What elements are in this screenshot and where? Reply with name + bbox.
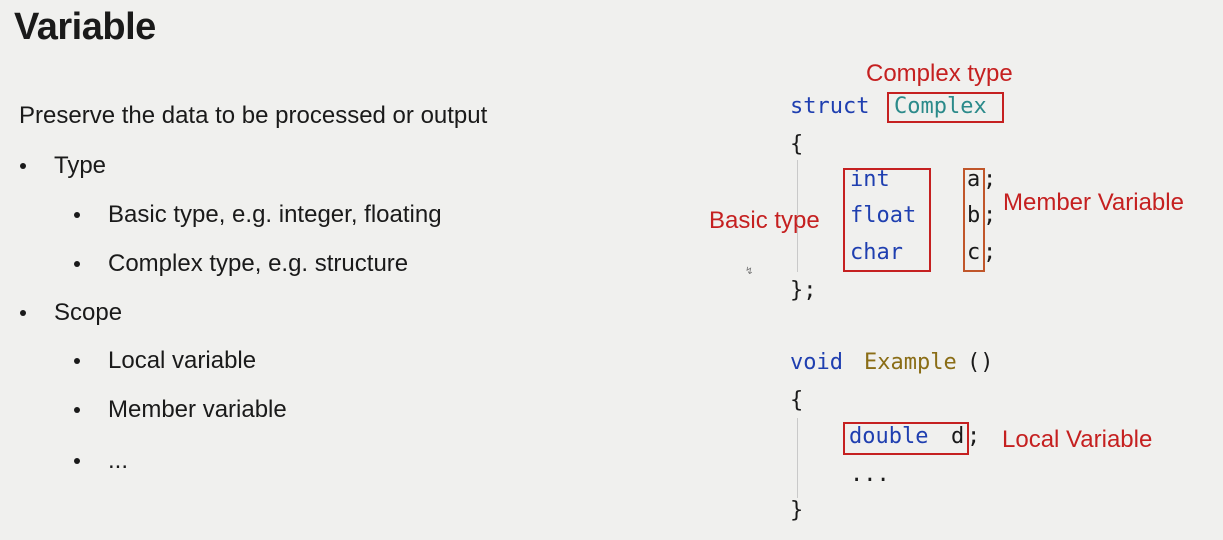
code-ellipsis: ... <box>850 462 890 487</box>
function-keyword: void <box>790 350 843 375</box>
bullet-list: Type Basic type, e.g. integer, floating … <box>0 0 640 540</box>
bullet-text: Scope <box>54 299 123 326</box>
member-variable-annotation: Member Variable <box>1003 189 1184 216</box>
bullet-text: ... <box>108 447 129 474</box>
bullet-dot-icon <box>20 163 26 169</box>
bullet-dot-icon <box>74 358 80 364</box>
bullet-dot-icon <box>74 212 80 218</box>
complex-type-annotation: Complex type <box>866 60 1013 87</box>
open-brace: { <box>790 132 804 157</box>
complex-type-highlight <box>887 92 1004 123</box>
bullet-dot-icon <box>74 261 80 267</box>
bullet-item: Member variable <box>74 396 287 424</box>
bullet-item: Type <box>20 152 106 180</box>
local-variable-annotation: Local Variable <box>1002 426 1153 453</box>
struct-keyword: struct <box>790 94 870 119</box>
mouse-cursor-icon: ↯ <box>745 266 754 277</box>
bullet-item: Complex type, e.g. structure <box>74 250 408 278</box>
bullet-text: Local variable <box>108 347 257 374</box>
bullet-text: Basic type, e.g. integer, floating <box>108 201 442 228</box>
basic-type-annotation: Basic type <box>709 207 820 234</box>
function-parens: () <box>967 350 994 375</box>
member-variable-highlight <box>963 168 985 272</box>
bullet-item: ... <box>74 447 128 475</box>
bullet-dot-icon <box>20 310 26 316</box>
bullet-text: Member variable <box>108 396 287 423</box>
bullet-item: Basic type, e.g. integer, floating <box>74 201 442 229</box>
bullet-text: Type <box>54 152 107 179</box>
close-brace: } <box>790 498 804 523</box>
close-brace: }; <box>790 278 817 303</box>
open-brace: { <box>790 388 804 413</box>
bullet-dot-icon <box>74 407 80 413</box>
indent-guide <box>797 418 798 498</box>
bullet-dot-icon <box>74 458 80 464</box>
bullet-text: Complex type, e.g. structure <box>108 250 409 277</box>
basic-type-highlight <box>843 168 931 272</box>
bullet-item: Local variable <box>74 347 256 375</box>
local-variable-highlight <box>843 422 969 455</box>
function-name: Example <box>864 350 957 375</box>
bullet-item: Scope <box>20 299 122 327</box>
